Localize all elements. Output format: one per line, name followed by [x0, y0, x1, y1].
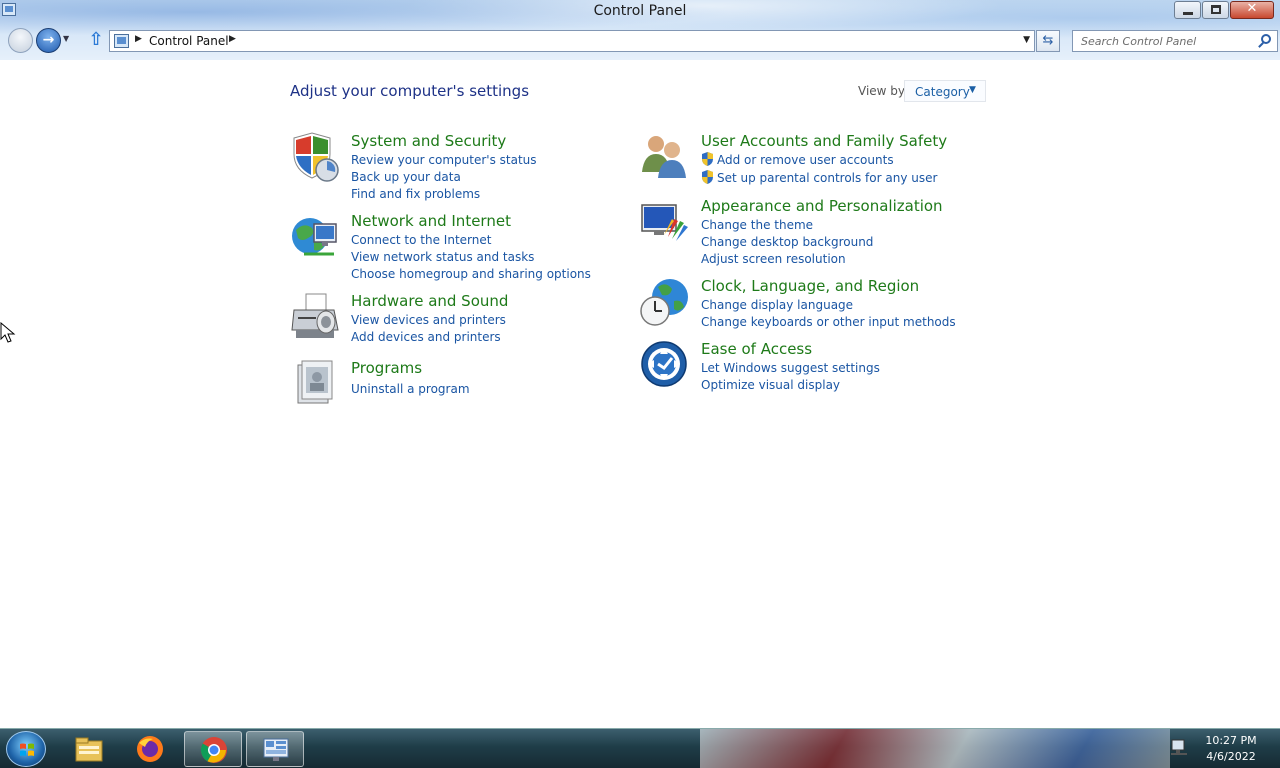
link-connect-internet[interactable]: Connect to the Internet — [351, 233, 491, 247]
category-programs: Programs Uninstall a program — [290, 359, 590, 409]
search-input[interactable] — [1073, 31, 1253, 51]
link-review-status[interactable]: Review your computer's status — [351, 153, 537, 167]
close-button[interactable]: ✕ — [1230, 1, 1274, 19]
window-controls: ✕ — [1173, 1, 1274, 19]
link-view-devices-printers[interactable]: View devices and printers — [351, 313, 506, 327]
taskbar-firefox[interactable] — [121, 731, 179, 767]
link-screen-resolution[interactable]: Adjust screen resolution — [701, 252, 846, 266]
printer-icon[interactable] — [290, 292, 340, 342]
clock-date: 4/6/2022 — [1206, 750, 1256, 763]
monitor-paint-icon[interactable] — [640, 197, 690, 247]
category-clock-language-region: Clock, Language, and Region Change displ… — [640, 277, 960, 332]
link-network-status[interactable]: View network status and tasks — [351, 250, 534, 264]
taskbar-control-panel[interactable] — [246, 731, 304, 767]
control-panel-icon — [263, 738, 289, 761]
category-system-and-security: System and Security Review your computer… — [290, 132, 590, 202]
chrome-icon — [200, 737, 227, 763]
category-title-ease-of-access[interactable]: Ease of Access — [701, 340, 812, 358]
address-bar[interactable]: ▶ Control Panel ▶ ▼ — [109, 30, 1035, 52]
window-chrome: Control Panel ✕ → ▼ ⇧ ▶ Control Panel ▶ … — [0, 0, 1280, 60]
link-add-remove-accounts[interactable]: Add or remove user accounts — [717, 153, 894, 167]
category-network-and-internet: Network and Internet Connect to the Inte… — [290, 212, 591, 282]
category-title-hardware-and-sound[interactable]: Hardware and Sound — [351, 292, 508, 310]
chevron-down-icon: ▼ — [969, 85, 976, 95]
link-desktop-background[interactable]: Change desktop background — [701, 235, 873, 249]
network-tray-icon[interactable] — [1170, 738, 1188, 756]
category-title-programs[interactable]: Programs — [351, 359, 422, 377]
maximize-icon — [1211, 5, 1221, 14]
link-display-language[interactable]: Change display language — [701, 298, 853, 312]
breadcrumb-arrow-icon[interactable]: ▶ — [135, 34, 142, 44]
windows-logo-icon — [20, 743, 34, 756]
page-heading: Adjust your computer's settings — [290, 82, 530, 100]
category-user-accounts: User Accounts and Family Safety Add or r… — [640, 132, 960, 187]
clock-globe-icon[interactable] — [640, 277, 690, 327]
clock-time: 10:27 PM — [1205, 734, 1257, 747]
category-appearance: Appearance and Personalization Change th… — [640, 197, 960, 267]
view-by-dropdown[interactable]: Category ▼ — [904, 80, 986, 102]
category-title-appearance[interactable]: Appearance and Personalization — [701, 197, 943, 215]
start-button[interactable] — [6, 731, 46, 767]
network-globe-icon[interactable] — [290, 212, 340, 262]
category-title-user-accounts[interactable]: User Accounts and Family Safety — [701, 132, 947, 150]
uac-shield-icon — [702, 170, 713, 184]
link-keyboards-input[interactable]: Change keyboards or other input methods — [701, 315, 956, 329]
minimize-button[interactable] — [1174, 1, 1201, 19]
category-ease-of-access: Ease of Access Let Windows suggest setti… — [640, 340, 960, 395]
security-shield-icon[interactable] — [290, 132, 340, 182]
taskbar-chrome[interactable] — [184, 731, 242, 767]
taskbar-clock[interactable]: 10:27 PM 4/6/2022 — [1196, 733, 1266, 765]
control-panel-icon — [114, 34, 129, 48]
up-one-level-button[interactable]: ⇧ — [86, 31, 106, 51]
category-title-network-and-internet[interactable]: Network and Internet — [351, 212, 511, 230]
main-content: Adjust your computer's settings View by:… — [0, 60, 1280, 728]
link-homegroup-sharing[interactable]: Choose homegroup and sharing options — [351, 267, 591, 281]
search-box[interactable] — [1072, 30, 1278, 52]
link-optimize-visual[interactable]: Optimize visual display — [701, 378, 840, 392]
file-explorer-icon — [75, 737, 103, 762]
window-title: Control Panel — [593, 3, 687, 19]
back-button[interactable] — [8, 28, 33, 53]
users-icon[interactable] — [640, 132, 690, 182]
address-history-dropdown-icon[interactable]: ▼ — [1023, 35, 1030, 45]
link-back-up-data[interactable]: Back up your data — [351, 170, 461, 184]
breadcrumb-control-panel[interactable]: Control Panel — [149, 34, 229, 48]
link-change-theme[interactable]: Change the theme — [701, 218, 813, 232]
view-by-label: View by: — [858, 84, 909, 98]
uac-shield-icon — [702, 152, 713, 166]
taskbar-file-explorer[interactable] — [60, 731, 118, 767]
search-icon[interactable] — [1261, 34, 1271, 44]
mouse-cursor-icon — [0, 322, 16, 343]
recent-pages-dropdown[interactable]: ▼ — [63, 34, 75, 46]
link-parental-controls[interactable]: Set up parental controls for any user — [717, 171, 937, 185]
maximize-button[interactable] — [1202, 1, 1229, 19]
programs-icon[interactable] — [290, 359, 340, 409]
refresh-button[interactable]: ⇆ — [1036, 30, 1060, 52]
close-icon: ✕ — [1246, 1, 1258, 16]
link-add-devices-printers[interactable]: Add devices and printers — [351, 330, 501, 344]
breadcrumb-arrow-icon[interactable]: ▶ — [229, 34, 236, 44]
forward-button[interactable]: → — [36, 28, 61, 53]
firefox-icon — [137, 736, 163, 762]
ease-of-access-icon[interactable] — [640, 340, 690, 390]
category-hardware-and-sound: Hardware and Sound View devices and prin… — [290, 292, 590, 347]
link-find-fix-problems[interactable]: Find and fix problems — [351, 187, 480, 201]
link-uninstall-program[interactable]: Uninstall a program — [351, 382, 470, 396]
link-windows-suggest[interactable]: Let Windows suggest settings — [701, 361, 880, 375]
category-title-system-and-security[interactable]: System and Security — [351, 132, 506, 150]
minimize-icon — [1183, 12, 1193, 15]
taskbar — [0, 728, 1280, 768]
category-title-clock-language-region[interactable]: Clock, Language, and Region — [701, 277, 919, 295]
view-by-value: Category — [915, 85, 970, 99]
